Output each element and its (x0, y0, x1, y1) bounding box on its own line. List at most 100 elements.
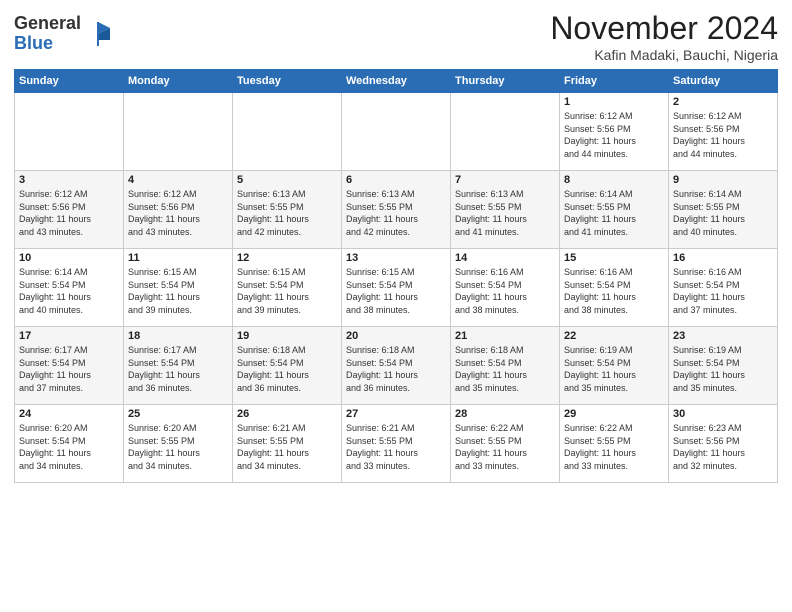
page: General Blue November 2024 Kafin Madaki,… (0, 0, 792, 612)
calendar-cell-w4d1: 17Sunrise: 6:17 AM Sunset: 5:54 PM Dayli… (15, 327, 124, 405)
day-number: 22 (564, 330, 664, 342)
day-info: Sunrise: 6:16 AM Sunset: 5:54 PM Dayligh… (564, 266, 664, 316)
day-number: 16 (673, 252, 773, 264)
calendar-header-row: Sunday Monday Tuesday Wednesday Thursday… (15, 70, 778, 93)
calendar-cell-w1d5 (451, 93, 560, 171)
day-number: 18 (128, 330, 228, 342)
calendar-week-3: 10 Sunrise: 6:14 AM Sunset: 5:54 PM Dayli… (15, 249, 778, 327)
day-info: Sunrise: 6:18 AM Sunset: 5:54 PM Dayligh… (346, 344, 446, 394)
day-info: Sunrise: 6:15 AM Sunset: 5:54 PM Dayligh… (237, 266, 337, 316)
calendar-cell-w3d6: 15 Sunrise: 6:16 AM Sunset: 5:54 PM Dayli… (560, 249, 669, 327)
col-friday: Friday (560, 70, 669, 93)
logo-general-text: General (14, 13, 81, 33)
calendar-cell-w2d4: 6Sunrise: 6:13 AM Sunset: 5:55 PM Daylig… (342, 171, 451, 249)
day-info: Sunrise: 6:15 AM Sunset: 5:54 PM Dayligh… (346, 266, 446, 316)
day-number: 10 (19, 252, 119, 264)
day-info: Sunrise: 6:12 AM Sunset: 5:56 PM Dayligh… (19, 188, 119, 238)
day-number: 26 (237, 408, 337, 420)
logo: General Blue (14, 14, 112, 54)
day-number: 12 (237, 252, 337, 264)
calendar-week-4: 17 Sunrise: 6:17 AM Sunset: 5:54 PM Dayli… (15, 327, 778, 405)
day-number: 24 (19, 408, 119, 420)
day-info: Sunrise: 6:14 AM Sunset: 5:54 PM Dayligh… (19, 266, 119, 316)
day-number: 21 (455, 330, 555, 342)
calendar-cell-w5d6: 29 Sunrise: 6:22 AM Sunset: 5:55 PM Dayli… (560, 405, 669, 483)
day-info: Sunrise: 6:17 AM Sunset: 5:54 PM Dayligh… (128, 344, 228, 394)
calendar-cell-w3d3: 12 Sunrise: 6:15 AM Sunset: 5:54 PM Dayli… (233, 249, 342, 327)
day-number: 2 (673, 96, 773, 108)
calendar-cell-w1d7: 2 Sunrise: 6:12 AM Sunset: 5:56 PM Daylig… (669, 93, 778, 171)
calendar-cell-w2d6: 8 Sunrise: 6:14 AM Sunset: 5:55 PM Daylig… (560, 171, 669, 249)
calendar-cell-w4d2: 18 Sunrise: 6:17 AM Sunset: 5:54 PM Dayli… (124, 327, 233, 405)
calendar-cell-w3d4: 13 Sunrise: 6:15 AM Sunset: 5:54 PM Dayli… (342, 249, 451, 327)
calendar-cell-w1d2 (124, 93, 233, 171)
day-number: 8 (564, 174, 664, 186)
day-info: Sunrise: 6:13 AM Sunset: 5:55 PM Dayligh… (237, 188, 337, 238)
day-number: 3 (19, 174, 119, 186)
calendar-cell-w2d2: 4Sunrise: 6:12 AM Sunset: 5:56 PM Daylig… (124, 171, 233, 249)
col-sunday: Sunday (15, 70, 124, 93)
calendar-cell-w2d3: 5 Sunrise: 6:13 AM Sunset: 5:55 PM Daylig… (233, 171, 342, 249)
calendar-cell-w1d6: 1 Sunrise: 6:12 AM Sunset: 5:56 PM Daylig… (560, 93, 669, 171)
day-number: 30 (673, 408, 773, 420)
day-info: Sunrise: 6:16 AM Sunset: 5:54 PM Dayligh… (455, 266, 555, 316)
day-number: 20 (346, 330, 446, 342)
calendar-cell-w4d4: 20 Sunrise: 6:18 AM Sunset: 5:54 PM Dayli… (342, 327, 451, 405)
day-info: Sunrise: 6:18 AM Sunset: 5:54 PM Dayligh… (237, 344, 337, 394)
calendar-cell-w3d1: 10 Sunrise: 6:14 AM Sunset: 5:54 PM Dayli… (15, 249, 124, 327)
calendar-cell-w2d5: 7 Sunrise: 6:13 AM Sunset: 5:55 PM Daylig… (451, 171, 560, 249)
day-info: Sunrise: 6:12 AM Sunset: 5:56 PM Dayligh… (564, 110, 664, 160)
month-title: November 2024 (550, 10, 778, 47)
col-thursday: Thursday (451, 70, 560, 93)
day-info: Sunrise: 6:22 AM Sunset: 5:55 PM Dayligh… (564, 422, 664, 472)
calendar-cell-w1d1 (15, 93, 124, 171)
calendar-cell-w2d7: 9Sunrise: 6:14 AM Sunset: 5:55 PM Daylig… (669, 171, 778, 249)
day-info: Sunrise: 6:15 AM Sunset: 5:54 PM Dayligh… (128, 266, 228, 316)
day-number: 6 (346, 174, 446, 186)
calendar-cell-w4d3: 19 Sunrise: 6:18 AM Sunset: 5:54 PM Dayli… (233, 327, 342, 405)
day-info: Sunrise: 6:19 AM Sunset: 5:54 PM Dayligh… (673, 344, 773, 394)
calendar-cell-w5d2: 25 Sunrise: 6:20 AM Sunset: 5:55 PM Dayli… (124, 405, 233, 483)
day-number: 5 (237, 174, 337, 186)
calendar-cell-w3d5: 14Sunrise: 6:16 AM Sunset: 5:54 PM Dayli… (451, 249, 560, 327)
day-number: 15 (564, 252, 664, 264)
col-monday: Monday (124, 70, 233, 93)
day-number: 23 (673, 330, 773, 342)
day-info: Sunrise: 6:13 AM Sunset: 5:55 PM Dayligh… (455, 188, 555, 238)
header: General Blue November 2024 Kafin Madaki,… (14, 10, 778, 63)
day-number: 29 (564, 408, 664, 420)
day-number: 7 (455, 174, 555, 186)
calendar-cell-w5d4: 27 Sunrise: 6:21 AM Sunset: 5:55 PM Dayli… (342, 405, 451, 483)
title-area: November 2024 Kafin Madaki, Bauchi, Nige… (550, 10, 778, 63)
day-info: Sunrise: 6:16 AM Sunset: 5:54 PM Dayligh… (673, 266, 773, 316)
calendar-week-1: 1 Sunrise: 6:12 AM Sunset: 5:56 PM Daylig… (15, 93, 778, 171)
day-info: Sunrise: 6:18 AM Sunset: 5:54 PM Dayligh… (455, 344, 555, 394)
day-info: Sunrise: 6:22 AM Sunset: 5:55 PM Dayligh… (455, 422, 555, 472)
day-number: 17 (19, 330, 119, 342)
day-info: Sunrise: 6:19 AM Sunset: 5:54 PM Dayligh… (564, 344, 664, 394)
calendar-cell-w1d4 (342, 93, 451, 171)
day-number: 11 (128, 252, 228, 264)
calendar-table: Sunday Monday Tuesday Wednesday Thursday… (14, 69, 778, 483)
day-number: 25 (128, 408, 228, 420)
calendar-cell-w2d1: 3 Sunrise: 6:12 AM Sunset: 5:56 PM Daylig… (15, 171, 124, 249)
calendar-cell-w4d5: 21 Sunrise: 6:18 AM Sunset: 5:54 PM Dayli… (451, 327, 560, 405)
day-number: 19 (237, 330, 337, 342)
day-number: 9 (673, 174, 773, 186)
day-info: Sunrise: 6:12 AM Sunset: 5:56 PM Dayligh… (673, 110, 773, 160)
day-info: Sunrise: 6:14 AM Sunset: 5:55 PM Dayligh… (564, 188, 664, 238)
day-number: 27 (346, 408, 446, 420)
day-number: 4 (128, 174, 228, 186)
day-number: 1 (564, 96, 664, 108)
calendar-cell-w1d3 (233, 93, 342, 171)
day-info: Sunrise: 6:21 AM Sunset: 5:55 PM Dayligh… (237, 422, 337, 472)
calendar-cell-w5d1: 24Sunrise: 6:20 AM Sunset: 5:54 PM Dayli… (15, 405, 124, 483)
calendar-cell-w3d7: 16 Sunrise: 6:16 AM Sunset: 5:54 PM Dayli… (669, 249, 778, 327)
day-number: 13 (346, 252, 446, 264)
col-wednesday: Wednesday (342, 70, 451, 93)
calendar-week-2: 3 Sunrise: 6:12 AM Sunset: 5:56 PM Daylig… (15, 171, 778, 249)
calendar-cell-w5d5: 28Sunrise: 6:22 AM Sunset: 5:55 PM Dayli… (451, 405, 560, 483)
day-info: Sunrise: 6:20 AM Sunset: 5:55 PM Dayligh… (128, 422, 228, 472)
day-info: Sunrise: 6:21 AM Sunset: 5:55 PM Dayligh… (346, 422, 446, 472)
calendar-cell-w3d2: 11 Sunrise: 6:15 AM Sunset: 5:54 PM Dayli… (124, 249, 233, 327)
